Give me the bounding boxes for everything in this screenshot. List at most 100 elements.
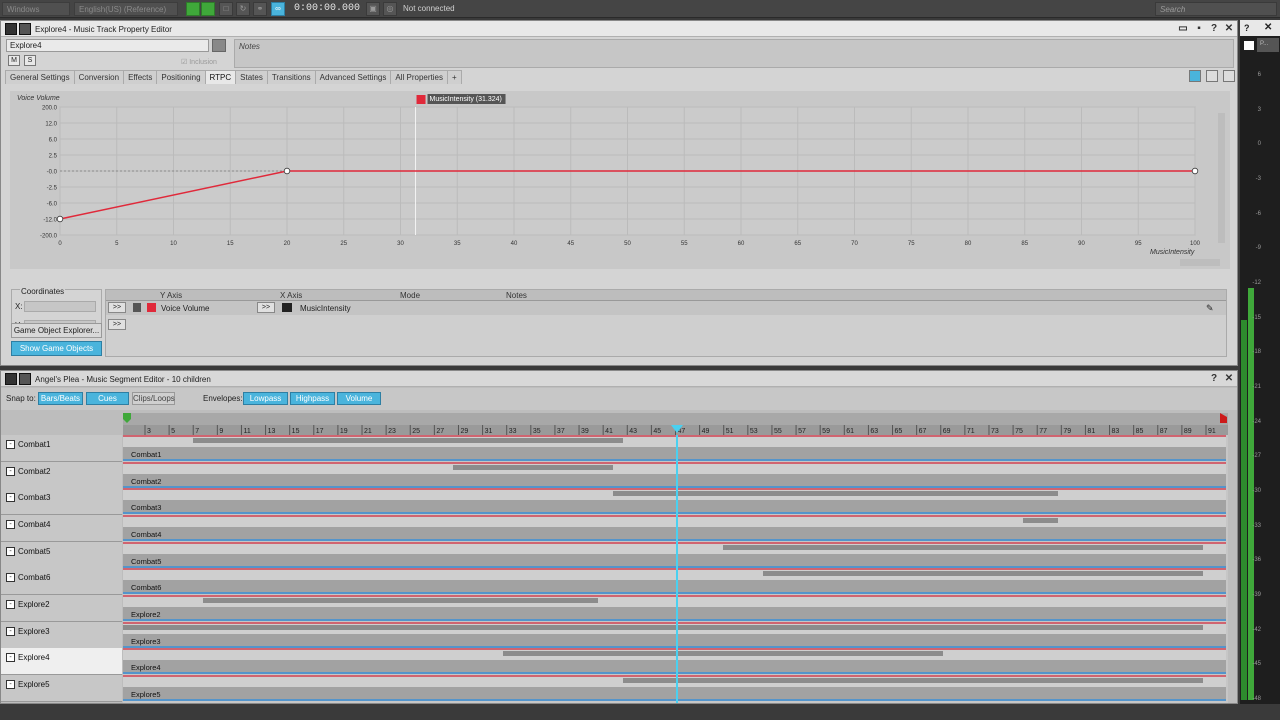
edit-icon[interactable]: ✎ [1206, 303, 1214, 314]
rtpc-graph[interactable]: 200.0 12.0 6.0 2.5 -0.0 -2.5 -6.0 -12.0 -200.0 0… [10, 91, 1230, 269]
help-icon[interactable]: ? [1244, 23, 1250, 33]
tab-states[interactable]: States [235, 70, 268, 84]
help-icon[interactable]: ? [1208, 23, 1220, 35]
track-combat6[interactable]: - Combat6 [1, 568, 122, 595]
graph-hscroll[interactable] [1180, 259, 1220, 266]
solo-button[interactable]: S [24, 55, 36, 66]
view-layout-1-icon[interactable] [1189, 70, 1201, 82]
search-input[interactable]: Search [1155, 2, 1277, 16]
save-icon[interactable]: ▪ [1193, 23, 1205, 35]
track-combat4[interactable]: - Combat4 [1, 515, 122, 542]
expand-icon[interactable]: - [6, 627, 15, 636]
platform-select[interactable]: Windows [2, 2, 70, 16]
tab-positioning[interactable]: Positioning [156, 70, 206, 84]
entry-cue-marker[interactable] [123, 413, 131, 423]
coord-x-field[interactable] [24, 301, 96, 312]
tab-advanced-settings[interactable]: Advanced Settings [314, 70, 392, 84]
expand-icon[interactable]: - [6, 653, 15, 662]
show-game-objects-button[interactable]: Show Game Objects [11, 341, 102, 356]
rtpc-table-row[interactable]: >> Voice Volume >> MusicIntensity ✎ [106, 301, 1226, 315]
col-y-axis: Y Axis [160, 291, 183, 300]
rtpc-curve-point[interactable] [1191, 167, 1199, 175]
exit-cue-marker[interactable] [1220, 413, 1227, 423]
bar-number: 7 [195, 428, 199, 435]
remote-icon[interactable]: ◎ [383, 2, 397, 16]
layout-button-2[interactable] [201, 2, 215, 16]
tab-add[interactable]: + [446, 70, 462, 84]
snap-bars-beats-button[interactable]: Bars/Beats [38, 392, 83, 405]
track-combat2[interactable]: - Combat2 [1, 462, 122, 489]
capture-icon[interactable]: ▣ [366, 2, 380, 16]
expand-icon[interactable]: - [6, 440, 15, 449]
col-x-axis: X Axis [280, 291, 303, 300]
envelope-highpass-button[interactable]: Highpass [290, 392, 335, 405]
refresh-icon[interactable]: ↻ [236, 2, 250, 16]
help-icon[interactable]: ? [1208, 373, 1220, 385]
tab-effects[interactable]: Effects [123, 70, 158, 84]
clip-waveform [613, 491, 1058, 496]
expand-row-button[interactable]: >> [108, 302, 126, 313]
snap-clips-loops-button[interactable]: Clips/Loops [132, 392, 175, 405]
bar-number: 51 [726, 428, 734, 435]
graph-x-tick-label: 70 [851, 241, 858, 247]
rtpc-game-parameter-icon [282, 303, 292, 312]
tab-conversion[interactable]: Conversion [73, 70, 125, 84]
track-combat5[interactable]: - Combat5 [1, 542, 122, 569]
y-axis-picker-button[interactable]: >> [257, 302, 275, 313]
track-lanes[interactable]: Combat1 Combat2 Combat3 Combat4 Combat5 Comba… [123, 435, 1228, 703]
meter-scale-label: -6 [1255, 210, 1261, 217]
rtpc-curve-point[interactable] [283, 167, 291, 175]
clip-waveform [723, 545, 1203, 550]
segment-vscroll[interactable] [1228, 413, 1237, 703]
envelope-lowpass-button[interactable]: Lowpass [243, 392, 288, 405]
expand-icon[interactable]: - [6, 547, 15, 556]
folder-icon[interactable]: ▭ [1177, 23, 1189, 35]
expand-icon[interactable]: - [6, 600, 15, 609]
close-icon[interactable]: ✕ [1223, 373, 1235, 385]
game-object-explorer-button[interactable]: Game Object Explorer... [11, 323, 102, 338]
lock-icon[interactable]: □ [219, 2, 233, 16]
view-layout-3-icon[interactable] [1223, 70, 1235, 82]
graph-vscroll[interactable] [1218, 113, 1225, 243]
pin-icon[interactable] [133, 303, 141, 312]
track-explore4[interactable]: - Explore4 [1, 648, 122, 675]
track-combat3[interactable]: - Combat3 [1, 488, 122, 515]
bar-number: 37 [557, 428, 565, 435]
rtpc-curve-point[interactable] [56, 215, 64, 223]
expand-icon[interactable]: - [6, 520, 15, 529]
view-layout-2-icon[interactable] [1206, 70, 1218, 82]
timeline-ruler[interactable]: 3 5 7 9 11 13 15 17 19 21 23 25 27 29 31 33 35 37 39 41 43 45… [123, 413, 1228, 435]
notes-field[interactable]: Notes [234, 39, 1234, 68]
expand-icon[interactable]: - [6, 493, 15, 502]
expand-icon[interactable]: - [6, 467, 15, 476]
meter-preset-select[interactable]: P... [1257, 38, 1279, 52]
track-name: Combat4 [18, 520, 51, 529]
clip-name: Combat4 [131, 530, 161, 539]
mute-button[interactable]: M [8, 55, 20, 66]
snap-cues-button[interactable]: Cues [86, 392, 129, 405]
object-name-field[interactable]: Explore4 [6, 39, 209, 52]
sync-icon[interactable]: ∞ [271, 2, 285, 16]
clip-name-strip [123, 660, 1226, 674]
envelope-volume-button[interactable]: Volume [337, 392, 381, 405]
expand-icon[interactable]: - [6, 680, 15, 689]
link-icon[interactable]: ⚭ [253, 2, 267, 16]
tab-general-settings[interactable]: General Settings [5, 70, 75, 84]
tab-rtpc[interactable]: RTPC [204, 70, 237, 84]
expand-icon[interactable]: - [6, 573, 15, 582]
close-icon[interactable]: ✕ [1223, 23, 1235, 35]
add-row-button[interactable]: >> [108, 319, 126, 330]
track-combat1[interactable]: - Combat1 [1, 435, 122, 462]
tab-all-properties[interactable]: All Properties [390, 70, 448, 84]
object-menu-icon[interactable] [212, 39, 226, 52]
bar-number: 77 [1039, 428, 1047, 435]
language-select[interactable]: English(US) (Reference) [74, 2, 178, 16]
inclusion-checkbox[interactable]: ☑ Inclusion [181, 58, 217, 66]
layout-button-1[interactable] [186, 2, 200, 16]
graph-x-tick-label: 60 [738, 241, 745, 247]
track-explore2[interactable]: - Explore2 [1, 595, 122, 622]
track-explore3[interactable]: - Explore3 [1, 622, 122, 649]
tab-transitions[interactable]: Transitions [266, 70, 316, 84]
track-explore5[interactable]: - Explore5 [1, 675, 122, 702]
close-icon[interactable]: ✕ [1264, 22, 1272, 33]
